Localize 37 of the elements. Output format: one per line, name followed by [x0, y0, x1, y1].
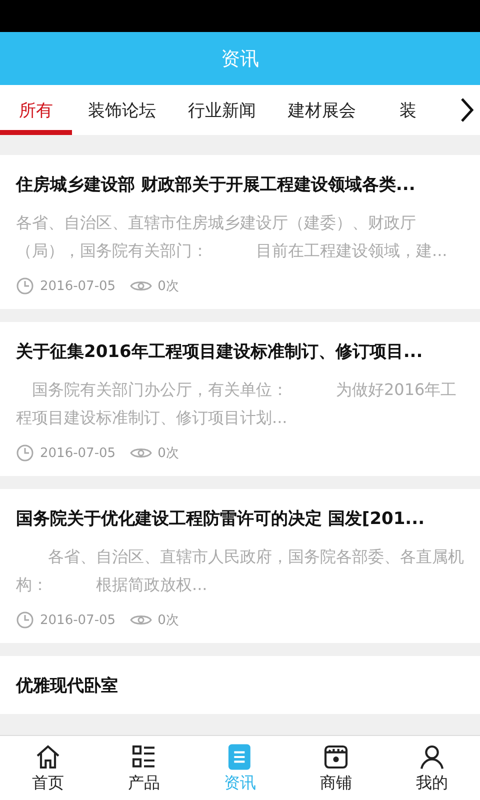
article-date: 2016-07-05: [40, 278, 116, 294]
article-title: 住房城乡建设部 财政部关于开展工程建设领域各类...: [16, 174, 416, 197]
clock-icon: [16, 444, 34, 462]
view-count: 0次: [158, 612, 179, 629]
article-card[interactable]: 住房城乡建设部 财政部关于开展工程建设领域各类... 各省、自治区、直辖市住房城乡建设厅（建委）、财政厅（局），国务院有关部门： 目前在工程建设领域，建... 2016-07-05 0次: [0, 155, 480, 309]
category-tab[interactable]: 建材展会: [272, 85, 372, 135]
clock-icon: [16, 611, 34, 629]
article-excerpt: 国务院有关部门办公厅，有关单位： 为做好2016年工程项目建设标准制订、修订项目计划...: [16, 379, 458, 429]
chevron-right-icon: [459, 97, 475, 123]
article-date: 2016-07-05: [40, 446, 116, 460]
view-count: 0次: [158, 278, 179, 295]
nav-item[interactable]: 我的: [384, 736, 480, 800]
store-icon: [322, 742, 350, 770]
category-tab[interactable]: 所有: [0, 85, 72, 135]
category-tab[interactable]: 装饰论坛: [72, 85, 172, 135]
article-excerpt: 各省、自治区、直辖市住房城乡建设厅（建委）、财政厅（局），国务院有关部门： 目前在工程建设领域，建...: [16, 212, 448, 262]
article-card[interactable]: 国务院关于优化建设工程防雷许可的决定 国发[201... 各省、自治区、直辖市人民政府，国务院各部委、各直属机构： 根据简政放权... 2016-07-05 0次: [0, 489, 480, 643]
nav-item[interactable]: 首页: [0, 736, 96, 800]
eye-icon: [130, 279, 152, 293]
clock-icon: [16, 277, 34, 295]
home-icon: [34, 742, 62, 770]
eye-icon: [130, 613, 152, 627]
nav-item[interactable]: 产品: [96, 736, 192, 800]
article-card[interactable]: 优雅现代卧室: [0, 656, 480, 714]
person-icon: [418, 742, 446, 770]
eye-icon: [130, 446, 152, 460]
view-count: 0次: [158, 445, 179, 462]
article-title: 国务院关于优化建设工程防雷许可的决定 国发[201...: [16, 508, 426, 531]
article-title: 关于征集2016年工程项目建设标准制订、修订项目...: [16, 341, 424, 364]
category-tab[interactable]: 行业新闻: [172, 85, 272, 135]
article-card[interactable]: 关于征集2016年工程项目建设标准制订、修订项目... 国务院有关部门办公厅，有关单位： 为做好2016年工程项目建设标准制订、修订项目计划... 2016-07-05 0次: [0, 322, 480, 476]
category-tab[interactable]: 装: [372, 85, 444, 135]
article-date: 2016-07-05: [40, 612, 116, 628]
article-excerpt: 各省、自治区、直辖市人民政府，国务院各部委、各直属机构： 根据简政放权...: [16, 546, 464, 596]
article-title: 优雅现代卧室: [16, 675, 119, 698]
page-title: 资讯: [221, 46, 259, 72]
nav-item[interactable]: 商铺: [288, 736, 384, 800]
